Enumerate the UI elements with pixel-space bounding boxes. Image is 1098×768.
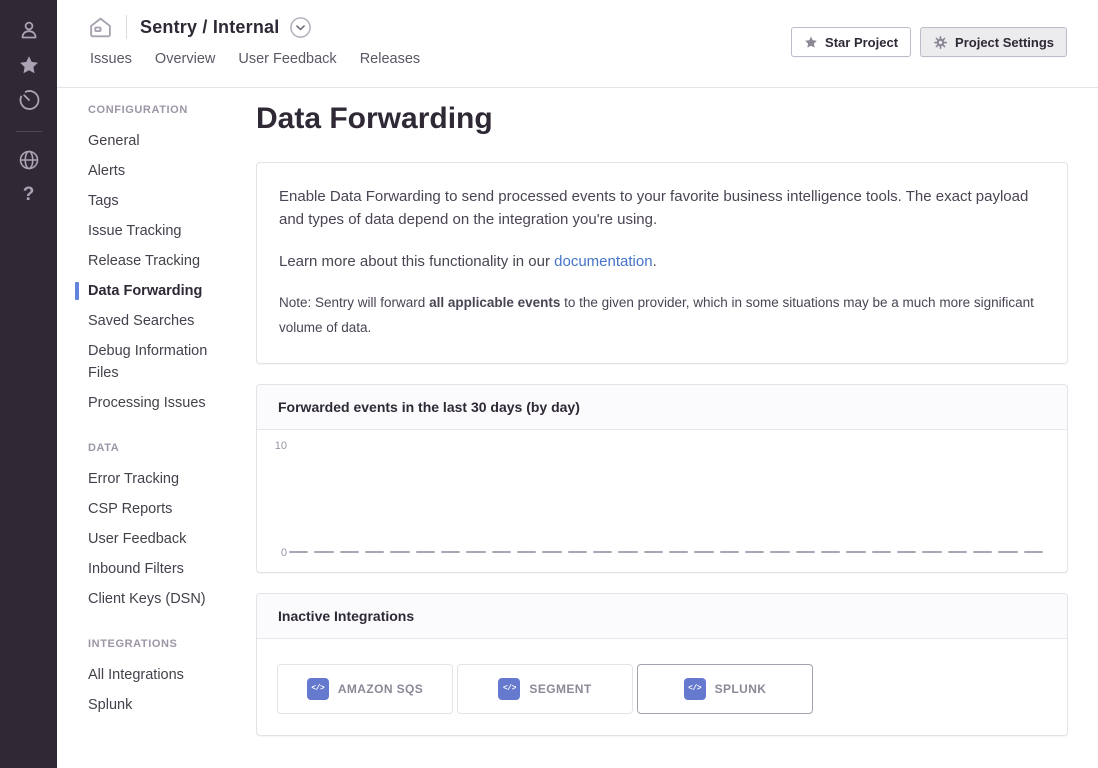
nav-tab-user-feedback[interactable]: User Feedback [238,51,336,67]
user-icon[interactable] [15,16,43,44]
integration-label: SPLUNK [715,682,767,696]
chart-bar-zero [720,551,739,553]
sidebar-item-debug-information-files[interactable]: Debug Information Files [88,336,236,388]
nav-section-label: DATA [88,442,236,454]
history-icon[interactable] [15,86,43,114]
nav-section-integrations: INTEGRATIONS All IntegrationsSplunk [88,638,236,720]
chart-bar-zero [466,551,485,553]
home-icon[interactable] [88,16,113,39]
sidebar-item-issue-tracking[interactable]: Issue Tracking [88,216,236,246]
chart-area: 10 0 [257,430,1067,572]
settings-nav: CONFIGURATION GeneralAlertsTagsIssue Trac… [88,104,236,744]
main-content: Data Forwarding Enable Data Forwarding t… [256,96,1068,756]
chart-bar-zero [770,551,789,553]
sidebar-item-saved-searches[interactable]: Saved Searches [88,306,236,336]
star-project-button[interactable]: Star Project [791,27,911,57]
integration-list: </> AMAZON SQS </> SEGMENT </> SPLUNK [257,639,1067,735]
sidebar-item-general[interactable]: General [88,126,236,156]
project-switcher-chevron-down-icon[interactable] [289,16,312,39]
chart-bar-zero [973,551,992,553]
chart-bar-zero [618,551,637,553]
sidebar-item-data-forwarding[interactable]: Data Forwarding [88,276,236,306]
code-icon: </> [498,678,520,700]
app-icon-rail: ? [0,0,57,768]
chart-bar-zero [340,551,359,553]
gear-icon [933,35,948,50]
nav-tab-releases[interactable]: Releases [360,51,420,67]
integration-amazon-sqs[interactable]: </> AMAZON SQS [277,664,453,714]
nav-section-label: CONFIGURATION [88,104,236,116]
sidebar-item-release-tracking[interactable]: Release Tracking [88,246,236,276]
chart-bar-zero [416,551,435,553]
description-panel: Enable Data Forwarding to send processed… [256,162,1068,364]
chart-bar-zero [289,551,308,553]
chart-bar-zero [365,551,384,553]
chart-zero-line [289,551,1043,553]
chart-bar-zero [796,551,815,553]
documentation-link[interactable]: documentation [554,253,652,270]
globe-icon[interactable] [15,146,43,174]
chart-bar-zero [821,551,840,553]
note-paragraph: Note: Sentry will forward all applicable… [279,291,1045,341]
chart-title: Forwarded events in the last 30 days (by… [257,385,1067,430]
sidebar-item-processing-issues[interactable]: Processing Issues [88,388,236,418]
chart-bar-zero [441,551,460,553]
breadcrumb[interactable]: Sentry / Internal [140,17,279,38]
sidebar-item-alerts[interactable]: Alerts [88,156,236,186]
chart-bar-zero [922,551,941,553]
forwarded-events-chart-panel: Forwarded events in the last 30 days (by… [256,384,1068,573]
sidebar-item-client-keys-dsn[interactable]: Client Keys (DSN) [88,584,236,614]
star-icon [804,35,818,49]
chart-bar-zero [593,551,612,553]
docs-paragraph: Learn more about this functionality in o… [279,250,1045,273]
nav-section-data: DATA Error TrackingCSP ReportsUser Feedba… [88,442,236,614]
project-settings-button[interactable]: Project Settings [920,27,1067,57]
chart-bar-zero [644,551,663,553]
chart-bar-zero [492,551,511,553]
inactive-integrations-title: Inactive Integrations [257,594,1067,639]
code-icon: </> [307,678,329,700]
chart-bar-zero [542,551,561,553]
nav-section-configuration: CONFIGURATION GeneralAlertsTagsIssue Trac… [88,104,236,418]
sidebar-item-splunk[interactable]: Splunk [88,690,236,720]
chart-bar-zero [1024,551,1043,553]
help-icon[interactable]: ? [15,181,43,209]
inactive-integrations-panel: Inactive Integrations </> AMAZON SQS </> SE… [256,593,1068,736]
integration-splunk[interactable]: </> SPLUNK [637,664,813,714]
integration-segment[interactable]: </> SEGMENT [457,664,633,714]
chart-bar-zero [669,551,688,553]
nav-tab-issues[interactable]: Issues [90,51,132,67]
chart-bar-zero [948,551,967,553]
rail-divider [16,131,42,132]
chart-bar-zero [314,551,333,553]
chart-bar-zero [897,551,916,553]
integration-label: AMAZON SQS [338,682,423,696]
sidebar-item-csp-reports[interactable]: CSP Reports [88,494,236,524]
chart-bar-zero [745,551,764,553]
chart-bar-zero [694,551,713,553]
chart-bar-zero [872,551,891,553]
sidebar-item-inbound-filters[interactable]: Inbound Filters [88,554,236,584]
chart-bar-zero [998,551,1017,553]
star-icon[interactable] [15,51,43,79]
project-header: Sentry / Internal Issues Overview User Fee… [57,0,1098,88]
sidebar-item-all-integrations[interactable]: All Integrations [88,660,236,690]
breadcrumb-divider [126,15,127,39]
code-icon: </> [684,678,706,700]
nav-tab-overview[interactable]: Overview [155,51,215,67]
integration-label: SEGMENT [529,682,591,696]
chart-bar-zero [390,551,409,553]
chart-bar-zero [517,551,536,553]
page-title: Data Forwarding [256,102,1068,136]
chart-bar-zero [846,551,865,553]
sidebar-item-error-tracking[interactable]: Error Tracking [88,464,236,494]
y-axis-tick-max: 10 [269,440,287,452]
y-axis-tick-min: 0 [269,547,287,559]
intro-paragraph: Enable Data Forwarding to send processed… [279,185,1045,232]
sidebar-item-user-feedback[interactable]: User Feedback [88,524,236,554]
sidebar-item-tags[interactable]: Tags [88,186,236,216]
chart-bar-zero [568,551,587,553]
nav-section-label: INTEGRATIONS [88,638,236,650]
